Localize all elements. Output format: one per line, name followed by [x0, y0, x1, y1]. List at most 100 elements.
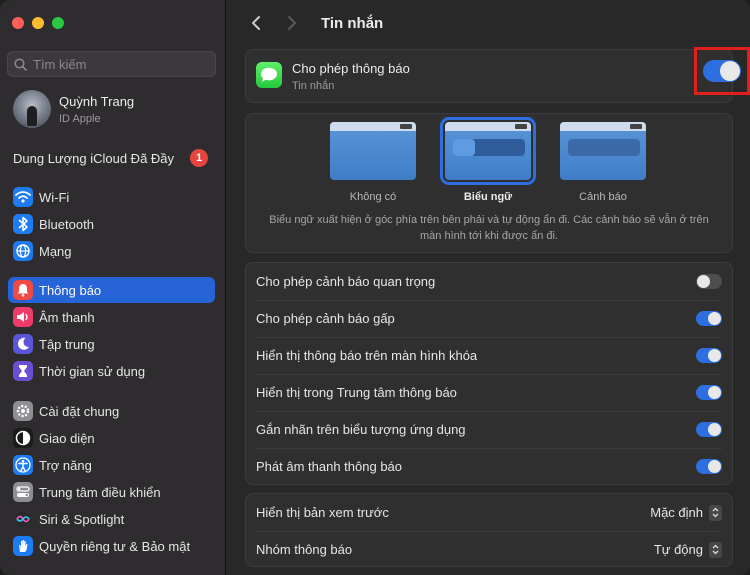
option-value: Mặc định [650, 505, 703, 520]
wifi-icon [13, 187, 33, 207]
setting-label: Gắn nhãn trên biểu tượng ứng dụng [256, 422, 466, 437]
sidebar-item-hand[interactable]: Quyền riêng tư & Bảo mật [8, 533, 215, 559]
search-input[interactable] [33, 56, 203, 72]
sidebar-item-hourglass[interactable]: Thời gian sử dụng [8, 358, 215, 384]
alert-style-none-label: Không có [349, 191, 397, 203]
sidebar-item-label: Cài đặt chung [39, 403, 120, 419]
alert-style-banner-preview [440, 117, 536, 185]
settings-window: Quỳnh Trang ID Apple Dung Lượng iCloud Đ… [0, 0, 750, 575]
sidebar-item-bell[interactable]: Thông báo [8, 277, 215, 303]
setting-label: Hiển thị trong Trung tâm thông báo [256, 385, 457, 400]
app-name-label: Tin nhắn [292, 80, 335, 92]
setting-label: Hiển thị thông báo trên màn hình khóa [256, 348, 478, 363]
alert-style-alert[interactable]: Cảnh báo [558, 122, 648, 203]
appearance-icon [13, 428, 33, 448]
option-value: Tự động [653, 542, 703, 557]
sidebar-item-label: Tập trung [39, 336, 95, 352]
setting-toggle[interactable] [696, 274, 722, 289]
back-button[interactable] [245, 12, 267, 34]
apple-id-account[interactable]: Quỳnh Trang ID Apple [13, 90, 134, 128]
option-row: Nhóm thông báo Tự động [246, 531, 732, 568]
icloud-storage-warning[interactable]: Dung Lượng iCloud Đã Đầy 1 [13, 149, 208, 167]
icloud-storage-label: Dung Lượng iCloud Đã Đầy [13, 150, 175, 166]
setting-label: Cho phép cảnh báo quan trọng [256, 274, 436, 289]
toolbar: Tin nhắn [245, 10, 383, 36]
accessibility-icon [13, 455, 33, 475]
messages-app-icon [256, 62, 282, 88]
sidebar-item-globe[interactable]: Mạng [8, 238, 215, 264]
setting-toggle[interactable] [696, 348, 722, 363]
option-label: Hiển thị bản xem trước [256, 505, 389, 520]
setting-row: Cho phép cảnh báo gấp [246, 300, 732, 337]
setting-toggle[interactable] [696, 385, 722, 400]
control-center-icon [13, 482, 33, 502]
sidebar-item-label: Quyền riêng tư & Bảo mật [39, 538, 191, 554]
option-label: Nhóm thông báo [256, 542, 353, 557]
chevron-left-icon [252, 16, 260, 30]
bluetooth-icon [13, 214, 33, 234]
sidebar: Quỳnh Trang ID Apple Dung Lượng iCloud Đ… [0, 0, 226, 575]
account-subtitle: ID Apple [59, 112, 101, 125]
zoom-window-button[interactable] [52, 17, 64, 29]
alert-style-none[interactable]: Không có [328, 122, 418, 203]
setting-toggle[interactable] [696, 422, 722, 437]
setting-toggle[interactable] [696, 311, 722, 326]
option-select[interactable]: Mặc định [650, 504, 722, 521]
notification-settings-card: Cho phép cảnh báo quan trọng Cho phép cản… [245, 262, 733, 485]
sidebar-item-siri[interactable]: Siri & Spotlight [8, 506, 215, 532]
sidebar-item-label: Siri & Spotlight [39, 511, 125, 527]
sidebar-item-label: Thời gian sử dụng [39, 363, 146, 379]
speaker-icon [13, 307, 33, 327]
allow-notifications-toggle[interactable] [703, 60, 741, 82]
sidebar-item-moon[interactable]: Tập trung [8, 331, 215, 357]
sidebar-item-wifi[interactable]: Wi-Fi [8, 184, 215, 210]
setting-row: Hiển thị thông báo trên màn hình khóa [246, 337, 732, 374]
up-down-chevron-icon [709, 541, 722, 558]
sidebar-item-label: Thông báo [39, 282, 102, 298]
sidebar-item-gear[interactable]: Cài đặt chung [8, 398, 215, 424]
search-icon [14, 57, 27, 71]
allow-notifications-card: Cho phép thông báo Tin nhắn [245, 47, 750, 103]
close-window-button[interactable] [12, 17, 24, 29]
chevron-right-icon [288, 16, 296, 30]
setting-toggle[interactable] [696, 459, 722, 474]
forward-button[interactable] [281, 12, 303, 34]
account-name: Quỳnh Trang [59, 93, 135, 109]
setting-row: Phát âm thanh thông báo [246, 448, 732, 485]
avatar [13, 90, 51, 128]
option-row: Hiển thị bản xem trước Mặc định [246, 494, 732, 531]
alert-style-description: Biểu ngữ xuất hiện ở góc phía trên bên p… [269, 214, 709, 242]
globe-icon [13, 241, 33, 261]
up-down-chevron-icon [709, 504, 722, 521]
setting-label: Cho phép cảnh báo gấp [256, 311, 395, 326]
window-controls [12, 17, 64, 29]
alert-style-alert-label: Cảnh báo [579, 191, 627, 203]
minimize-window-button[interactable] [32, 17, 44, 29]
alert-style-card: Không có Biểu ngữ Cảnh báo Biểu ngữ xuất… [245, 113, 733, 253]
setting-row: Cho phép cảnh báo quan trọng [246, 263, 732, 300]
sidebar-item-label: Âm thanh [39, 309, 95, 325]
notification-options-card: Hiển thị bản xem trước Mặc định Nhóm thông… [245, 493, 733, 567]
alert-style-banner[interactable]: Biểu ngữ [440, 117, 536, 203]
search-field[interactable] [7, 51, 216, 77]
option-select[interactable]: Tự động [653, 541, 722, 558]
sidebar-item-label: Wi-Fi [39, 189, 70, 205]
bell-icon [13, 280, 33, 300]
alert-style-none-preview [330, 122, 416, 180]
moon-icon [13, 334, 33, 354]
alert-style-banner-label: Biểu ngữ [463, 191, 513, 203]
sidebar-item-control-center[interactable]: Trung tâm điều khiển [8, 479, 215, 505]
siri-icon [13, 509, 33, 529]
sidebar-item-label: Trợ năng [39, 457, 92, 473]
page-title: Tin nhắn [321, 14, 384, 32]
sidebar-item-speaker[interactable]: Âm thanh [8, 304, 215, 330]
setting-row: Gắn nhãn trên biểu tượng ứng dụng [246, 411, 732, 448]
hourglass-icon [13, 361, 33, 381]
sidebar-item-accessibility[interactable]: Trợ năng [8, 452, 215, 478]
sidebar-item-appearance[interactable]: Giao diện [8, 425, 215, 451]
gear-icon [13, 401, 33, 421]
sidebar-item-label: Bluetooth [39, 216, 94, 232]
sidebar-item-bluetooth[interactable]: Bluetooth [8, 211, 215, 237]
sidebar-item-label: Trung tâm điều khiển [39, 484, 161, 500]
main-content: Tin nhắn Cho phép thông báo Tin nhắn Khô… [227, 0, 750, 575]
